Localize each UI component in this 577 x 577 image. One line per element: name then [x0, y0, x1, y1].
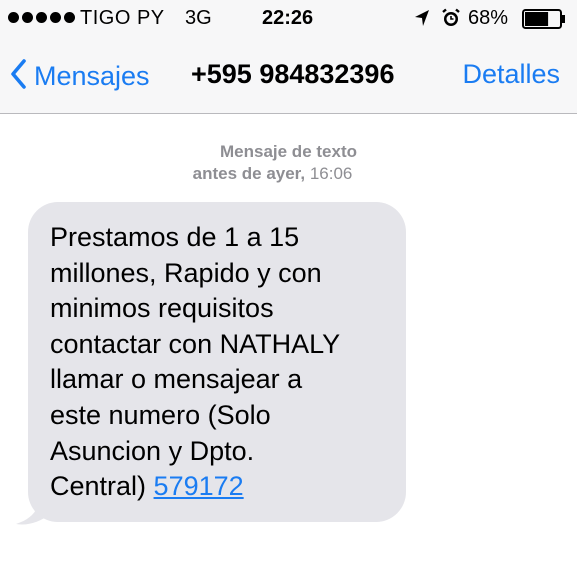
message-line: minimos requisitos [50, 293, 274, 324]
header: TIGO PY 3G 22:26 68% Mensajes +595 98483… [0, 0, 577, 114]
details-button[interactable]: Detalles [462, 59, 560, 90]
messages-screen: TIGO PY 3G 22:26 68% Mensajes +595 98483… [0, 0, 577, 577]
chevron-left-icon [10, 58, 26, 94]
message-line: millones, Rapido y con [50, 257, 322, 288]
message-bubble[interactable]: Prestamos de 1 a 15 millones, Rapido y c… [28, 202, 406, 522]
status-bar: TIGO PY 3G 22:26 68% [0, 0, 577, 38]
message-day: antes de ayer, [192, 164, 306, 183]
message-time: 16:06 [309, 164, 353, 183]
network-type: 3G [185, 7, 212, 29]
message-line: Central) [50, 471, 147, 502]
message-type-label: Mensaje de texto [220, 142, 357, 161]
contact-phone-title: +595 984832396 [191, 59, 395, 89]
status-time: 22:26 [262, 7, 314, 29]
message-line-last: Central) 579172 [50, 469, 395, 505]
message-line: Prestamos de 1 a 15 [50, 222, 300, 252]
back-button-label: Mensajes [34, 60, 150, 91]
message-line: contactar con NATHALY [50, 328, 341, 359]
signal-dots-icon [8, 12, 75, 23]
message-line: Asuncion y Dpto. [50, 435, 255, 466]
message-timestamp: Mensaje de texto antes de ayer, 16:06 [0, 141, 577, 185]
alarm-clock-icon [441, 8, 461, 34]
back-button[interactable]: Mensajes [10, 53, 150, 99]
message-text: Prestamos de 1 a 15 millones, Rapido y c… [50, 220, 395, 505]
message-line: este numero (Solo [50, 399, 271, 430]
phone-number-link[interactable]: 579172 [154, 471, 244, 501]
nav-bar: Mensajes +595 984832396 Detalles [0, 38, 577, 114]
battery-percentage: 68% [468, 7, 509, 29]
location-arrow-icon [414, 9, 430, 33]
message-line: llamar o mensajear a [50, 364, 303, 395]
carrier-name: TIGO PY [80, 7, 165, 29]
battery-icon [522, 9, 566, 35]
